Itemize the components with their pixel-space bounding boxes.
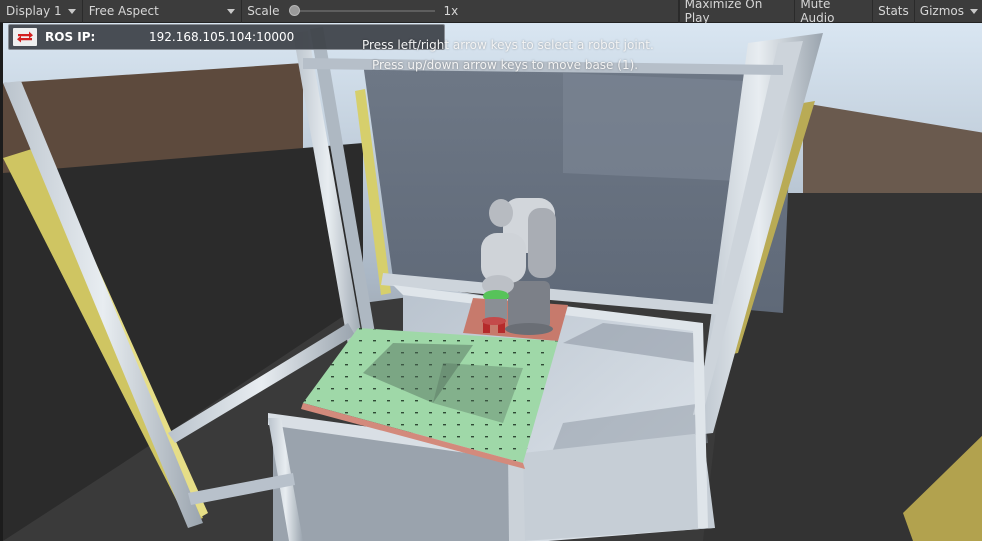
chevron-down-icon (227, 8, 236, 14)
mute-audio-toggle[interactable]: Mute Audio (794, 0, 872, 25)
game-viewport[interactable]: ROS IP: 192.168.105.104:10000 Press left… (0, 23, 982, 541)
robot-cell-scene (3, 23, 982, 541)
stats-toggle[interactable]: Stats (872, 0, 914, 23)
gizmos-label: Gizmos (919, 4, 964, 18)
chevron-down-icon (969, 8, 978, 14)
scale-value: 1x (443, 4, 459, 18)
instruction-line: Press up/down arrow keys to move base (1… (372, 58, 639, 72)
scale-slider-handle[interactable] (289, 5, 301, 16)
instruction-line: Press left/right arrow keys to select a … (362, 38, 654, 52)
ros-ip-value: 192.168.105.104:10000 (149, 30, 295, 44)
ros-ip-label: ROS IP: (45, 30, 96, 44)
scale-label: Scale (247, 4, 280, 18)
gizmos-dropdown[interactable]: Gizmos (913, 0, 982, 23)
chevron-down-icon (67, 8, 76, 14)
scale-control: Scale 1x (242, 0, 679, 23)
ros-connection-arrows-icon (13, 28, 37, 46)
display-dropdown-label: Display 1 (6, 4, 62, 18)
display-dropdown[interactable]: Display 1 (0, 0, 83, 23)
maximize-on-play-toggle[interactable]: Maximize On Play (678, 0, 795, 25)
scale-slider[interactable] (289, 5, 436, 16)
aspect-dropdown[interactable]: Free Aspect (83, 0, 243, 23)
game-view-toolbar: Display 1 Free Aspect Scale 1x Maximize … (0, 0, 982, 25)
instructions-overlay: Press left/right arrow keys to select a … (362, 35, 654, 75)
aspect-dropdown-label: Free Aspect (88, 4, 159, 18)
